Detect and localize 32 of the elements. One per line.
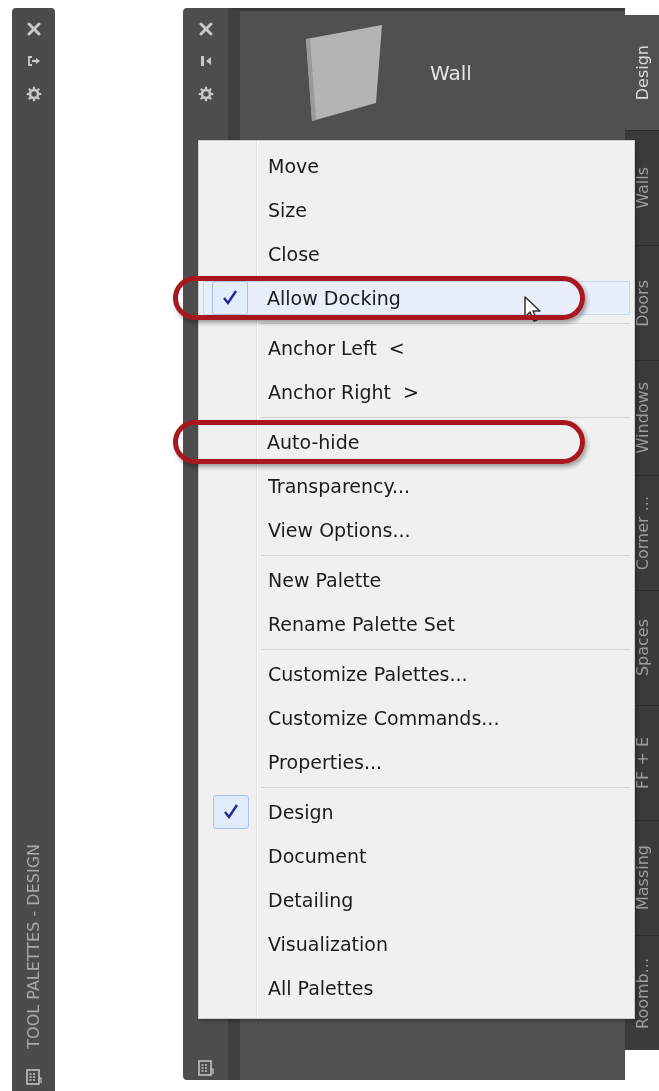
menu-item[interactable]: Visualization [203,927,397,961]
close-icon[interactable] [26,22,41,36]
settings-icon[interactable] [197,86,214,102]
close-icon[interactable] [198,22,213,36]
settings-icon[interactable] [25,86,42,102]
tool-item[interactable]: Wall [260,25,472,121]
palette-tab[interactable]: Design [625,15,659,130]
grid-icon[interactable] [197,1060,214,1076]
menu-item[interactable]: Allow Docking [173,276,630,320]
menu-item[interactable]: Design [203,795,343,829]
bar-arrow-icon[interactable] [198,54,213,68]
grid-icon[interactable] [25,1069,42,1085]
menu-item[interactable]: Document [203,839,376,873]
menu-item[interactable]: View Options... [203,513,420,547]
menu-item[interactable]: New Palette [203,563,391,597]
menu-item[interactable]: Rename Palette Set [203,607,464,641]
menu-item[interactable]: Close [203,237,329,271]
menu-item[interactable]: All Palettes [203,971,383,1005]
menu-item[interactable]: Anchor Right > [203,375,429,409]
palette-title: TOOL PALETTES - DESIGN [24,844,43,1049]
wall-icon [304,25,384,121]
menu-item[interactable]: Size [203,193,316,227]
mouse-cursor-icon [523,295,543,323]
exit-arrow-icon[interactable] [26,54,41,68]
menu-item[interactable]: Move [203,149,328,183]
menu-item[interactable]: Properties... [203,745,392,779]
menu-item[interactable]: Transparency... [203,469,420,503]
menu-item[interactable]: Customize Commands... [203,701,509,735]
menu-item[interactable]: Customize Palettes... [203,657,477,691]
menu-item[interactable]: Detailing [203,883,363,917]
menu-item[interactable]: Auto-hide [173,420,630,464]
menu-item[interactable]: Anchor Left < [203,331,414,365]
